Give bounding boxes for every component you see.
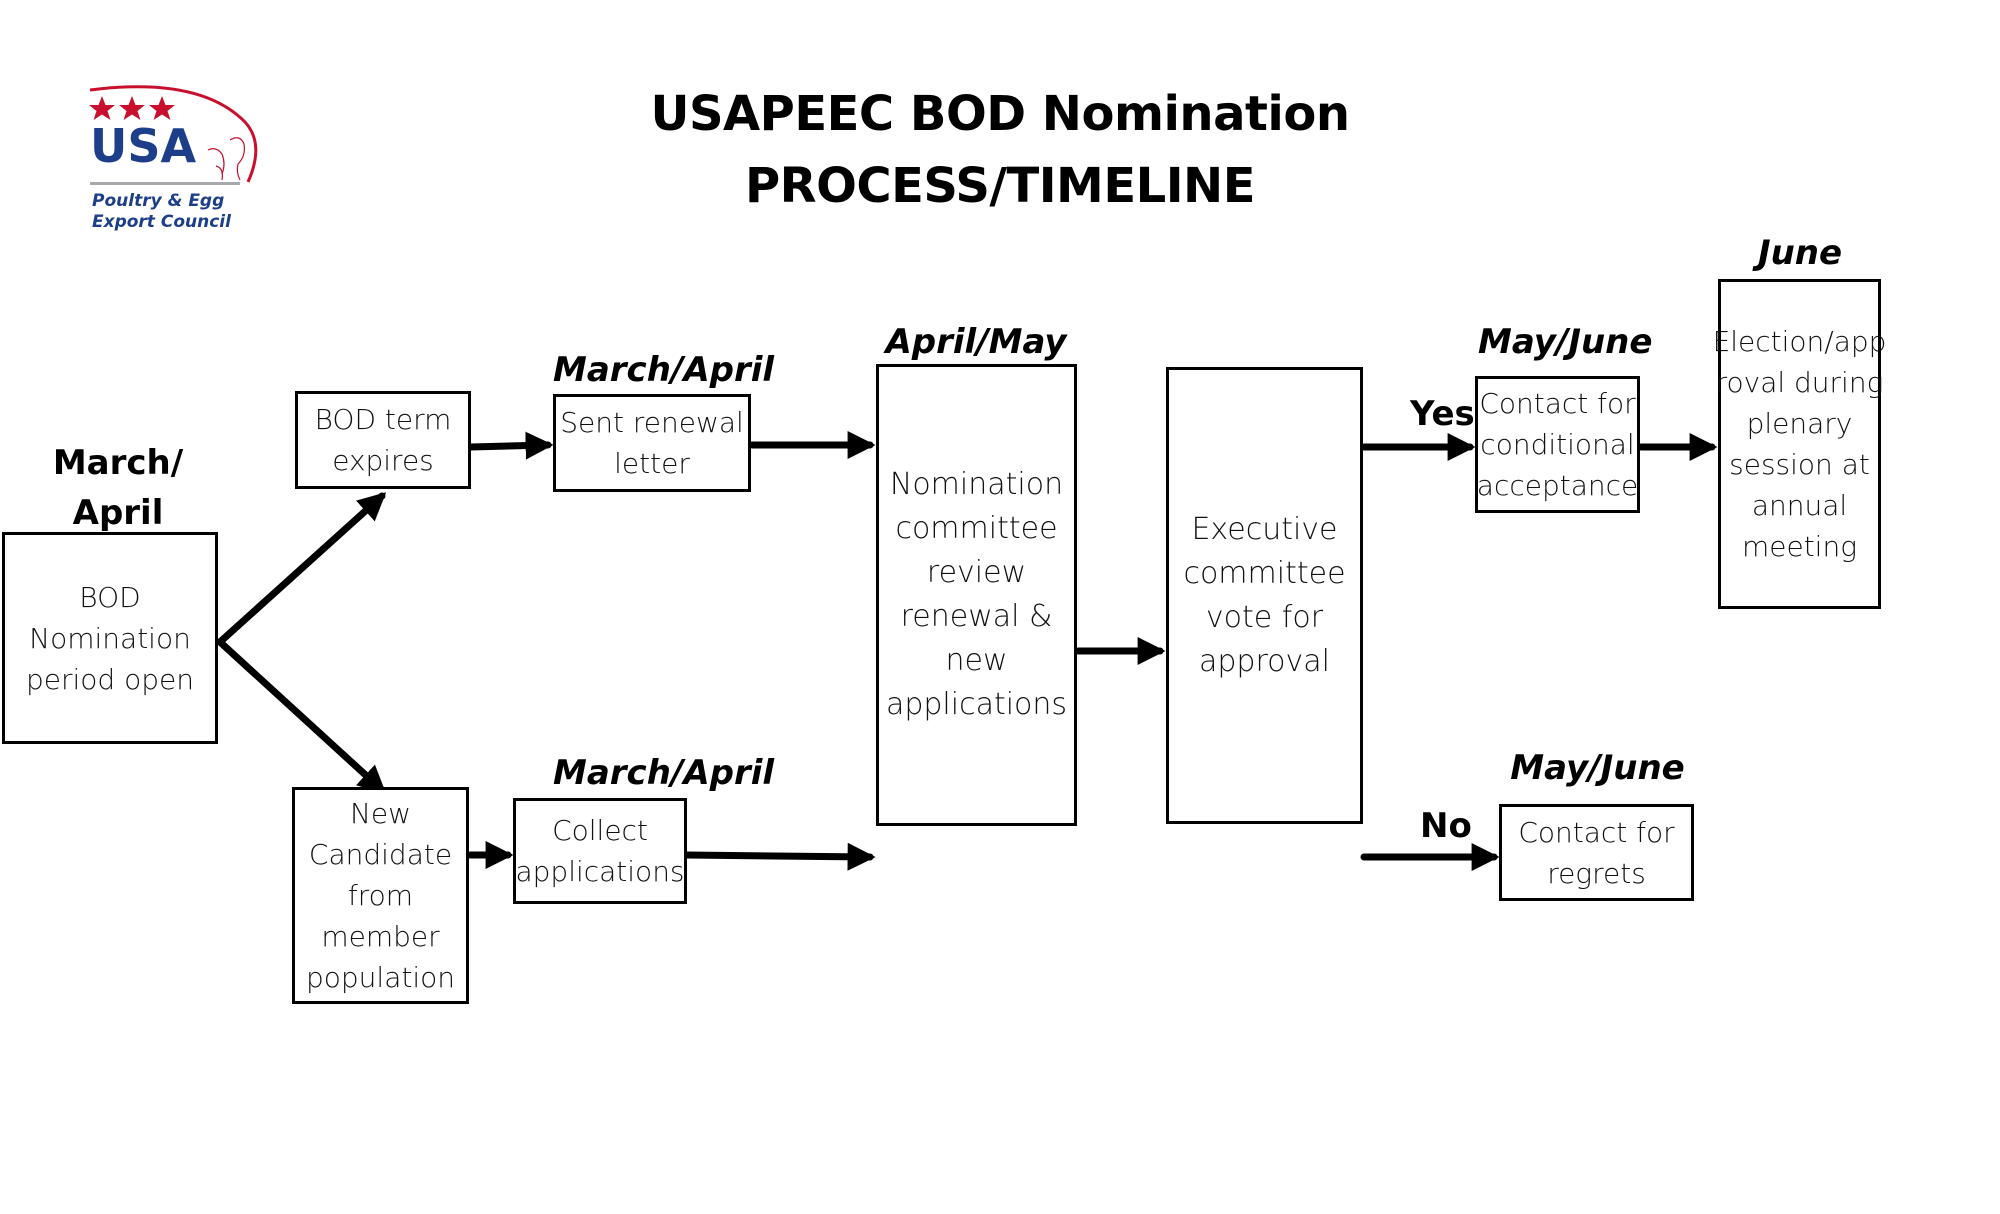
- step-text: Election/app roval during plenary sessio…: [1712, 325, 1887, 563]
- date-label-nomination-review: April/May: [885, 322, 1067, 362]
- step-nomination-review: Nomination committee review renewal & ne…: [876, 364, 1077, 826]
- step-text: BOD term expires: [314, 403, 452, 477]
- step-bod-term-expires: BOD term expires: [295, 391, 471, 489]
- date-label-election: June: [1757, 233, 1843, 273]
- arrow-open-to-term: [216, 492, 387, 646]
- step-executive-vote: Executive committee vote for approval: [1166, 367, 1363, 824]
- date-label-contact-regrets: May/June: [1510, 748, 1685, 788]
- arrow-open-to-candidate: [216, 638, 387, 794]
- date-label-contact-conditional: May/June: [1478, 322, 1653, 362]
- step-contact-regrets: Contact for regrets: [1499, 804, 1694, 901]
- step-new-candidate: New Candidate from member population: [292, 787, 469, 1004]
- branch-label-yes: Yes: [1410, 394, 1475, 434]
- step-bod-nomination-open: BOD Nomination period open: [2, 532, 218, 744]
- step-text: New Candidate from member population: [306, 797, 455, 994]
- step-text: BOD Nomination period open: [26, 580, 194, 696]
- date-label-bod-open: March/ April: [52, 443, 184, 533]
- step-text: Contact for regrets: [1518, 815, 1675, 890]
- step-text: Nomination committee review renewal & ne…: [885, 467, 1068, 722]
- step-contact-conditional: Contact for conditional acceptance: [1475, 376, 1640, 513]
- arrow-term-to-renewal: [467, 431, 554, 460]
- branch-label-no: No: [1420, 806, 1472, 846]
- step-election: Election/app roval during plenary sessio…: [1713, 279, 1886, 609]
- step-text: Collect applications: [515, 814, 685, 888]
- date-label-collect: March/April: [553, 753, 775, 793]
- step-text: Contact for conditional acceptance: [1476, 387, 1639, 502]
- step-text: Sent renewal letter: [560, 406, 744, 480]
- arrow-collect-to-review: [683, 842, 876, 871]
- step-collect-applications: Collect applications: [513, 798, 687, 904]
- step-sent-renewal-letter: Sent renewal letter: [553, 394, 751, 492]
- date-label-sent-renewal: March/April: [553, 350, 775, 390]
- step-text: Executive committee vote for approval: [1183, 511, 1346, 679]
